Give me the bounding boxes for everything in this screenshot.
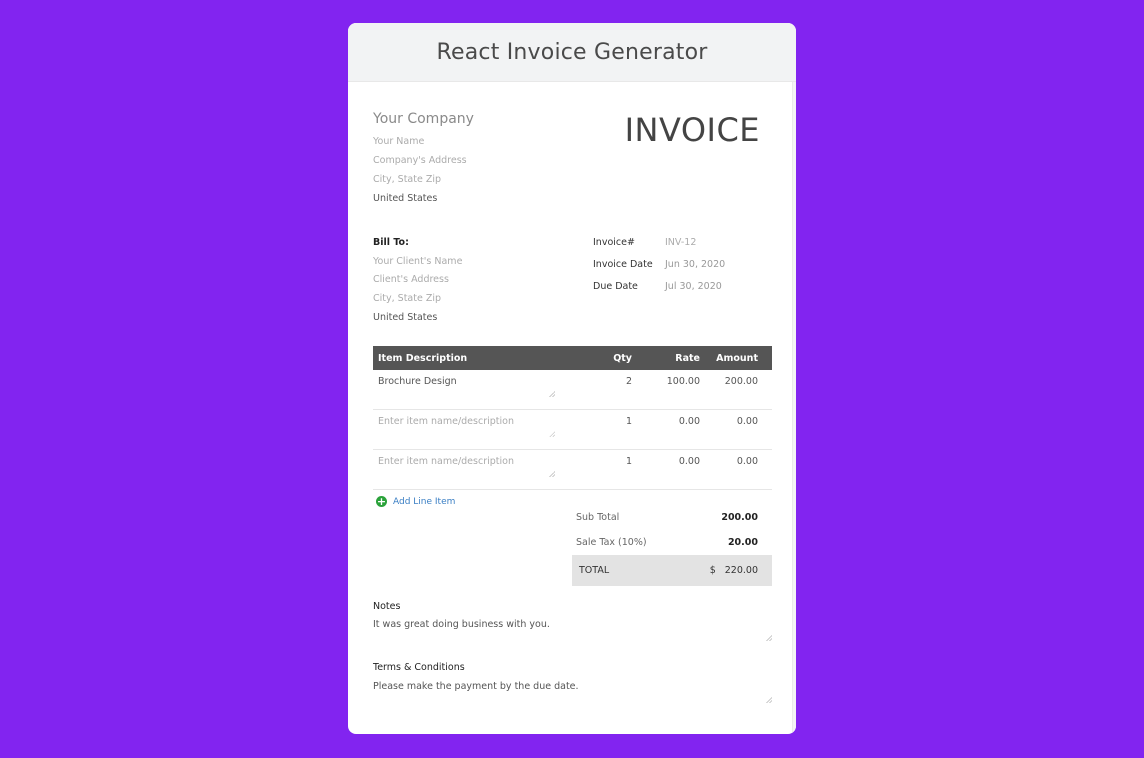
- sender-country-select[interactable]: United States: [373, 193, 437, 204]
- subtotal-row: Sub Total 200.00: [572, 505, 772, 530]
- add-line-item-button[interactable]: + Add Line Item: [376, 496, 455, 507]
- item-description-placeholder: Enter item name/description: [378, 456, 514, 467]
- client-address-input[interactable]: Client's Address: [373, 274, 449, 285]
- item-amount: 0.00: [736, 416, 758, 427]
- table-row: Enter item name/description 1 0.00 0.00: [373, 410, 772, 450]
- resize-handle-icon[interactable]: [549, 471, 555, 477]
- invoice-number-label: Invoice#: [593, 237, 635, 248]
- notes-textarea[interactable]: It was great doing business with you.: [373, 619, 772, 641]
- header-rate: Rate: [675, 352, 700, 364]
- item-description-text: Brochure Design: [378, 376, 457, 387]
- terms-text: Please make the payment by the due date.: [373, 681, 579, 692]
- totals-section: Sub Total 200.00 Sale Tax (10%) 20.00 TO…: [572, 505, 772, 586]
- scrollbar-track[interactable]: [792, 82, 796, 734]
- line-items-table: Item Description Qty Rate Amount Brochur…: [373, 346, 772, 490]
- header-qty: Qty: [613, 352, 632, 364]
- bill-to-label: Bill To:: [373, 237, 409, 248]
- item-amount: 0.00: [736, 456, 758, 467]
- item-amount: 200.00: [724, 376, 758, 387]
- item-description-input[interactable]: Enter item name/description: [373, 456, 582, 477]
- terms-label: Terms & Conditions: [373, 662, 465, 673]
- add-line-item-label: Add Line Item: [393, 496, 456, 507]
- item-description-input[interactable]: Brochure Design: [373, 376, 582, 397]
- item-qty-input[interactable]: 1: [582, 416, 632, 427]
- app-header: React Invoice Generator: [348, 23, 796, 82]
- client-city-input[interactable]: City, State Zip: [373, 293, 441, 304]
- item-qty-input[interactable]: 1: [582, 456, 632, 467]
- invoice-card: React Invoice Generator Your Company You…: [348, 23, 796, 734]
- client-country-select[interactable]: United States: [373, 312, 437, 323]
- due-date-label: Due Date: [593, 281, 638, 292]
- sender-city-input[interactable]: City, State Zip: [373, 174, 441, 185]
- resize-handle-icon[interactable]: [766, 635, 772, 641]
- invoice-title[interactable]: INVOICE: [625, 111, 760, 149]
- subtotal-value: 200.00: [721, 512, 758, 523]
- item-description-placeholder: Enter item name/description: [378, 416, 514, 427]
- sender-address-input[interactable]: Company's Address: [373, 155, 467, 166]
- resize-handle-icon[interactable]: [549, 391, 555, 397]
- currency-symbol: $: [709, 565, 716, 576]
- sender-name-input[interactable]: Your Name: [373, 136, 424, 147]
- notes-text: It was great doing business with you.: [373, 619, 550, 630]
- resize-handle-icon[interactable]: [766, 697, 772, 703]
- total-value: 220.00: [724, 565, 758, 576]
- subtotal-label: Sub Total: [576, 512, 620, 523]
- invoice-date-label: Invoice Date: [593, 259, 653, 270]
- table-row: Enter item name/description 1 0.00 0.00: [373, 450, 772, 490]
- invoice-date-input[interactable]: Jun 30, 2020: [665, 259, 725, 270]
- client-name-input[interactable]: Your Client's Name: [373, 256, 462, 267]
- app-title: React Invoice Generator: [436, 39, 708, 65]
- header-amount: Amount: [716, 352, 758, 364]
- terms-textarea[interactable]: Please make the payment by the due date.: [373, 681, 772, 703]
- total-label: TOTAL: [579, 565, 610, 576]
- plus-circle-icon: +: [376, 495, 387, 508]
- item-rate-input[interactable]: 0.00: [632, 456, 700, 467]
- resize-handle-icon[interactable]: [549, 431, 555, 437]
- header-description: Item Description: [378, 352, 468, 364]
- table-header: Item Description Qty Rate Amount: [373, 346, 772, 370]
- total-row: TOTAL $220.00: [572, 555, 772, 586]
- due-date-input[interactable]: Jul 30, 2020: [665, 281, 722, 292]
- tax-label[interactable]: Sale Tax (10%): [576, 537, 647, 548]
- table-row: Brochure Design 2 100.00 200.00: [373, 370, 772, 410]
- company-name-input[interactable]: Your Company: [373, 111, 474, 127]
- item-rate-input[interactable]: 0.00: [632, 416, 700, 427]
- invoice-number-input[interactable]: INV-12: [665, 237, 696, 248]
- item-rate-input[interactable]: 100.00: [632, 376, 700, 387]
- tax-row: Sale Tax (10%) 20.00: [572, 530, 772, 555]
- notes-label: Notes: [373, 601, 401, 612]
- tax-value: 20.00: [727, 537, 758, 548]
- item-description-input[interactable]: Enter item name/description: [373, 416, 582, 437]
- item-qty-input[interactable]: 2: [582, 376, 632, 387]
